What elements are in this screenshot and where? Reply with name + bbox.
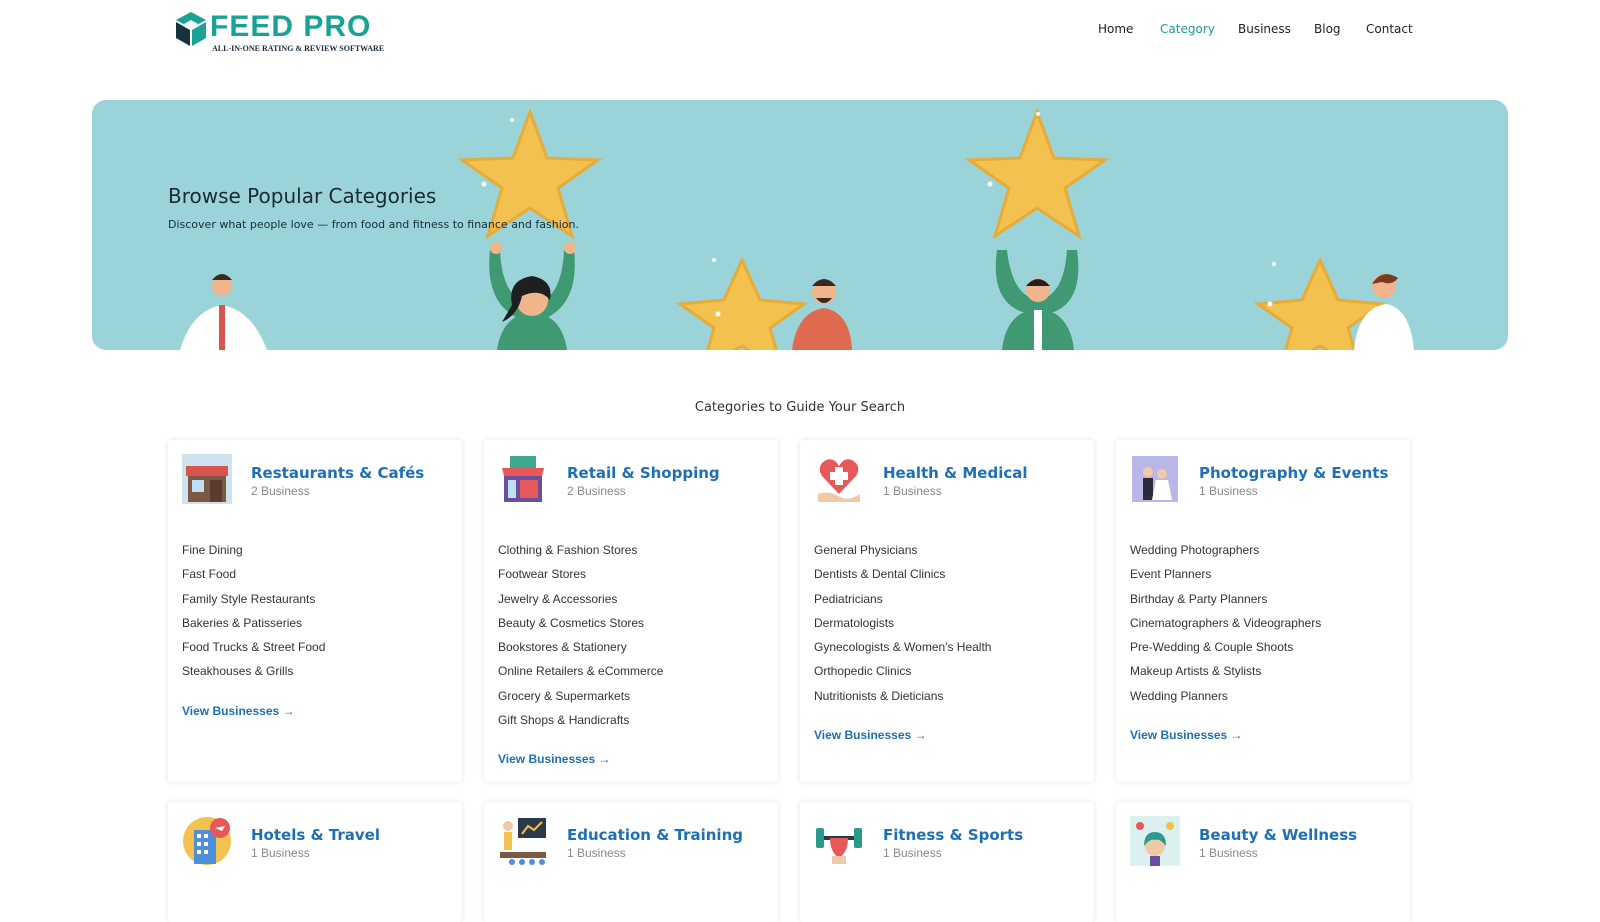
subcategory-item[interactable]: Dentists & Dental Clinics [814, 566, 991, 590]
fitness-icon [816, 828, 862, 864]
subcategory-item[interactable]: Grocery & Supermarkets [498, 688, 663, 712]
category-count: 1 Business [883, 484, 942, 498]
subcategory-item[interactable]: Fast Food [182, 566, 325, 590]
site-header: FEED PRO ALL-IN-ONE RATING & REVIEW SOFT… [0, 0, 1600, 64]
subcategory-list: Clothing & Fashion Stores Footwear Store… [498, 542, 663, 736]
shop-icon [502, 456, 544, 502]
subcategory-item[interactable]: Bakeries & Patisseries [182, 615, 325, 639]
subcategory-item[interactable]: Pediatricians [814, 591, 991, 615]
view-businesses-link[interactable]: View Businesses → [498, 752, 611, 766]
subcategory-item[interactable]: Online Retailers & eCommerce [498, 663, 663, 687]
hero-subtitle: Discover what people love — from food an… [168, 218, 579, 231]
subcategory-item[interactable]: Orthopedic Clinics [814, 663, 991, 687]
subcategory-item[interactable]: Steakhouses & Grills [182, 663, 325, 687]
hotel-travel-icon [183, 817, 231, 865]
beauty-icon [1130, 816, 1180, 866]
subcategory-item[interactable]: Wedding Planners [1130, 688, 1321, 712]
nav-category[interactable]: Category [1160, 22, 1215, 36]
subcategory-item[interactable]: Makeup Artists & Stylists [1130, 663, 1321, 687]
category-card[interactable]: Hotels & Travel 1 Business [168, 802, 462, 922]
subcategory-item[interactable]: Dermatologists [814, 615, 991, 639]
subcategory-item[interactable]: Pre-Wedding & Couple Shoots [1130, 639, 1321, 663]
person-figure [180, 274, 267, 350]
category-title[interactable]: Fitness & Sports [883, 826, 1023, 844]
nav-contact[interactable]: Contact [1366, 22, 1413, 36]
person-figure [995, 250, 1079, 350]
person-figure [792, 279, 852, 350]
category-card[interactable]: Beauty & Wellness 1 Business [1116, 802, 1410, 922]
category-title[interactable]: Photography & Events [1199, 464, 1388, 482]
category-count: 1 Business [1199, 846, 1258, 860]
category-card[interactable]: Health & Medical 1 Business General Phys… [800, 440, 1094, 782]
nav-business[interactable]: Business [1238, 22, 1291, 36]
hero-title: Browse Popular Categories [168, 184, 437, 208]
subcategory-item[interactable]: Clothing & Fashion Stores [498, 542, 663, 566]
nav-blog[interactable]: Blog [1314, 22, 1341, 36]
category-card[interactable]: Photography & Events 1 Business Wedding … [1116, 440, 1410, 782]
category-card[interactable]: Retail & Shopping 2 Business Clothing & … [484, 440, 778, 782]
category-card[interactable]: Education & Training 1 Business [484, 802, 778, 922]
category-count: 1 Business [883, 846, 942, 860]
subcategory-item[interactable]: Gift Shops & Handicrafts [498, 712, 663, 736]
nav-home[interactable]: Home [1098, 22, 1133, 36]
subcategory-item[interactable]: Jewelry & Accessories [498, 591, 663, 615]
subcategory-item[interactable]: Wedding Photographers [1130, 542, 1321, 566]
category-count: 1 Business [251, 846, 310, 860]
category-card[interactable]: Fitness & Sports 1 Business [800, 802, 1094, 922]
subcategory-item[interactable]: Event Planners [1130, 566, 1321, 590]
category-count: 1 Business [567, 846, 626, 860]
brand-tagline: ALL-IN-ONE RATING & REVIEW SOFTWARE [212, 44, 385, 53]
star-icon [964, 107, 1110, 240]
subcategory-item[interactable]: Footwear Stores [498, 566, 663, 590]
category-title[interactable]: Hotels & Travel [251, 826, 380, 844]
main-nav: Home Category Business Blog Contact [0, 22, 1600, 42]
subcategory-list: General Physicians Dentists & Dental Cli… [814, 542, 991, 712]
category-count: 1 Business [1199, 484, 1258, 498]
category-title[interactable]: Beauty & Wellness [1199, 826, 1357, 844]
star-icon [675, 256, 809, 350]
category-count: 2 Business [567, 484, 626, 498]
person-figure [489, 242, 576, 350]
subcategory-item[interactable]: Birthday & Party Planners [1130, 591, 1321, 615]
subcategory-item[interactable]: Nutritionists & Dieticians [814, 688, 991, 712]
section-title: Categories to Guide Your Search [694, 400, 906, 415]
education-icon [500, 818, 546, 865]
wedding-photo-icon [1132, 456, 1178, 502]
view-businesses-link[interactable]: View Businesses → [1130, 728, 1243, 742]
category-title[interactable]: Retail & Shopping [567, 464, 720, 482]
subcategory-item[interactable]: Gynecologists & Women's Health [814, 639, 991, 663]
category-card[interactable]: Restaurants & Cafés 2 Business Fine Dini… [168, 440, 462, 782]
category-count: 2 Business [251, 484, 310, 498]
category-title[interactable]: Health & Medical [883, 464, 1028, 482]
subcategory-list: Fine Dining Fast Food Family Style Resta… [182, 542, 325, 688]
subcategory-item[interactable]: Cinematographers & Videographers [1130, 615, 1321, 639]
subcategory-item[interactable]: Fine Dining [182, 542, 325, 566]
view-businesses-link[interactable]: View Businesses → [814, 728, 927, 742]
subcategory-item[interactable]: Food Trucks & Street Food [182, 639, 325, 663]
category-title[interactable]: Education & Training [567, 826, 743, 844]
subcategory-list: Wedding Photographers Event Planners Bir… [1130, 542, 1321, 712]
view-businesses-link[interactable]: View Businesses → [182, 704, 295, 718]
subcategory-item[interactable]: Bookstores & Stationery [498, 639, 663, 663]
hero-banner: Browse Popular Categories Discover what … [92, 100, 1508, 350]
sparkle-decoration [481, 112, 1276, 317]
restaurant-icon [182, 454, 232, 504]
subcategory-item[interactable]: General Physicians [814, 542, 991, 566]
category-title[interactable]: Restaurants & Cafés [251, 464, 424, 482]
subcategory-item[interactable]: Family Style Restaurants [182, 591, 325, 615]
subcategory-item[interactable]: Beauty & Cosmetics Stores [498, 615, 663, 639]
health-icon [818, 459, 860, 502]
